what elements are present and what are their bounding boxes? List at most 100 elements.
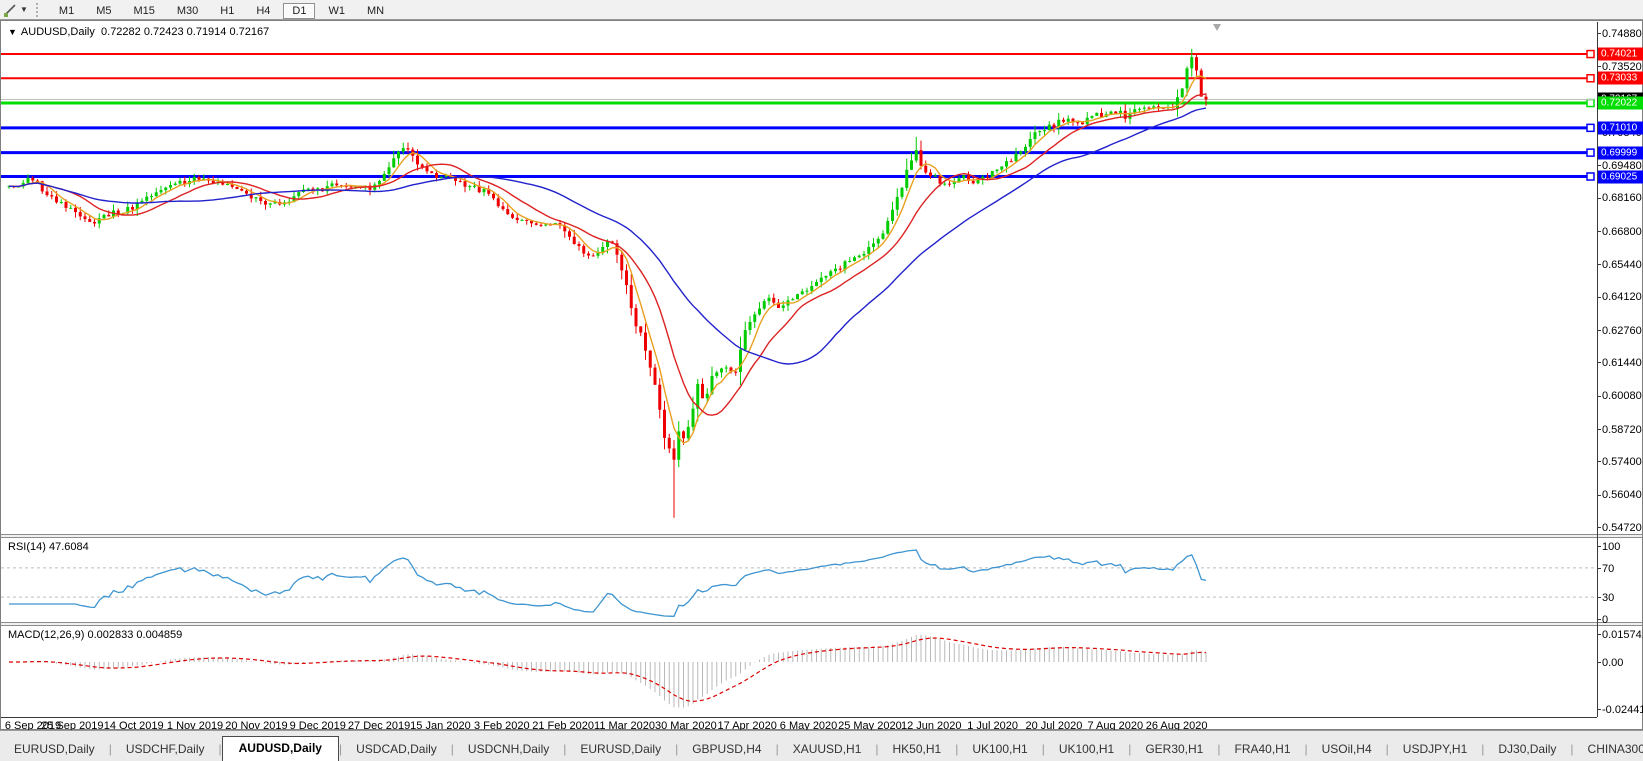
price-tick-0.64120: 0.64120 (1602, 291, 1642, 304)
draw-tool-dropdown-caret-icon[interactable]: ▼ (20, 5, 28, 14)
price-tick-0.54720: 0.54720 (1602, 521, 1642, 534)
hline-end-marker (1586, 148, 1595, 157)
hline-price-label-0.69025: 0.69025 (1598, 170, 1643, 183)
price-tick-0.68160: 0.68160 (1602, 192, 1642, 205)
price-tick-0.57400: 0.57400 (1602, 455, 1642, 468)
price-tick-0.65440: 0.65440 (1602, 258, 1642, 271)
price-tick-dash (1597, 362, 1601, 364)
price-tick-0.56040: 0.56040 (1602, 489, 1642, 502)
rsi-tick-dash (1597, 546, 1601, 547)
price-tick-dash (1597, 33, 1601, 34)
chart-tab-uk100-h1[interactable]: UK100,H1 (958, 738, 1041, 761)
price-tick-dash (1597, 296, 1601, 298)
chart-ohlc-values: 0.72282 0.72423 0.71914 0.72167 (101, 26, 270, 38)
price-tick-dash (1597, 527, 1601, 529)
timeframe-button-w1[interactable]: W1 (319, 3, 354, 19)
price-tick-dash (1597, 461, 1601, 463)
price-tick-0.58720: 0.58720 (1602, 423, 1642, 436)
hline-price-label-0.72022: 0.72022 (1598, 96, 1643, 110)
chart-tab-eurusd-daily[interactable]: EURUSD,Daily (0, 738, 109, 761)
hline-price-label-0.71010: 0.71010 (1598, 121, 1643, 135)
rsi-tick-dash (1597, 619, 1601, 620)
hline-end-marker (1586, 49, 1595, 59)
hline-price-label-0.73033: 0.73033 (1598, 71, 1643, 85)
macd-tick-dash (1597, 709, 1601, 710)
chart-tab-china300-h1[interactable]: CHINA300,H1 (1574, 738, 1643, 761)
rsi-pane[interactable] (1, 538, 1597, 622)
chart-shift-marker[interactable] (1213, 24, 1221, 31)
rsi-indicator-label: RSI(14) 47.6084 (8, 541, 89, 553)
hline-end-marker (1586, 74, 1595, 83)
price-tick-0.62760: 0.62760 (1602, 324, 1642, 337)
timeframe-button-m5[interactable]: M5 (87, 3, 120, 19)
price-tick-dash (1597, 429, 1601, 431)
chart-tab-usoil-h4[interactable]: USOil,H4 (1308, 738, 1386, 761)
timeframe-button-m30[interactable]: M30 (168, 3, 207, 19)
macd-tick-dash (1597, 634, 1601, 635)
hline-end-marker (1586, 98, 1595, 108)
chart-tab-gbpusd-h4[interactable]: GBPUSD,H4 (678, 738, 775, 761)
macd-indicator-label: MACD(12,26,9) 0.002833 0.004859 (8, 629, 183, 641)
chart-tab-bar: EURUSD,Daily | USDCHF,Daily | AUDUSD,Daily | U… (0, 730, 1643, 761)
timeframe-button-mn[interactable]: MN (358, 3, 393, 19)
chart-window: ▼ AUDUSD,Daily 0.72282 0.72423 0.71914 0.… (0, 20, 1643, 732)
timeframe-button-m15[interactable]: M15 (124, 3, 163, 19)
horizontal-lines-group (1, 49, 1595, 181)
price-tick-0.74880: 0.74880 (1602, 27, 1642, 40)
hline-price-label-0.74021: 0.74021 (1598, 47, 1643, 61)
top-toolbar: ▼ M1 M5 M15 M30 H1 H4 D1 W1 MN (0, 0, 1643, 20)
price-tick-0.61440: 0.61440 (1602, 356, 1642, 369)
rsi-tick-dash (1597, 597, 1601, 598)
price-tick-dash (1597, 395, 1601, 397)
rsi-tick-dash (1597, 568, 1601, 569)
price-tick-0.66800: 0.66800 (1602, 225, 1642, 238)
ma-slow-line (8, 107, 1207, 365)
rsi-tick-100: 100 (1602, 540, 1621, 553)
macd-tick-dash (1597, 662, 1601, 663)
hline-end-marker (1586, 172, 1595, 181)
timeframe-button-d1[interactable]: D1 (283, 2, 316, 19)
price-tick-dash (1597, 165, 1601, 167)
chart-tab-usdchf-daily[interactable]: USDCHF,Daily (112, 738, 219, 761)
macd-tick-0.00: 0.00 (1602, 656, 1624, 669)
chart-tab-usdcad-daily[interactable]: USDCAD,Daily (342, 738, 451, 761)
price-tick-0.60080: 0.60080 (1602, 390, 1642, 403)
chart-tab-audusd-daily[interactable]: AUDUSD,Daily (221, 736, 339, 761)
timeframe-button-h1[interactable]: H1 (211, 3, 243, 19)
timeframe-button-m1[interactable]: M1 (50, 3, 83, 19)
chart-title: ▼ AUDUSD,Daily 0.72282 0.72423 0.71914 0.… (8, 26, 269, 38)
main-price-pane[interactable] (1, 23, 1597, 534)
price-tick-dash (1597, 66, 1601, 68)
rsi-tick-70: 70 (1602, 562, 1615, 575)
chart-tab-ger30-h1[interactable]: GER30,H1 (1131, 738, 1217, 761)
timeframe-button-h4[interactable]: H4 (247, 3, 279, 19)
rsi-tick-30: 30 (1602, 591, 1615, 604)
ma-fast-line (8, 75, 1207, 444)
price-tick-dash (1597, 494, 1601, 496)
rsi-line (9, 549, 1207, 617)
symbol-dropdown-icon[interactable]: ▼ (8, 27, 17, 37)
timeframe-buttons: M1 M5 M15 M30 H1 H4 D1 W1 MN (48, 1, 395, 19)
line-draw-tool-icon[interactable] (0, 1, 20, 19)
chart-tab-eurusd-daily[interactable]: EURUSD,Daily (566, 738, 675, 761)
candles-group (7, 48, 1208, 518)
chart-tab-xauusd-h1[interactable]: XAUUSD,H1 (779, 738, 876, 761)
price-tick-dash (1597, 330, 1601, 332)
chart-symbol-label: AUDUSD,Daily (20, 26, 95, 38)
price-tick-dash (1597, 197, 1601, 199)
chart-tab-fra40-h1[interactable]: FRA40,H1 (1220, 738, 1304, 761)
macd-tick--0.024412: -0.024412 (1602, 703, 1643, 716)
chart-tab-dj30-daily[interactable]: DJ30,Daily (1484, 738, 1570, 761)
chart-tab-uk100-h1[interactable]: UK100,H1 (1045, 738, 1128, 761)
chart-tab-usdcnh-daily[interactable]: USDCNH,Daily (454, 738, 563, 761)
price-tick-dash (1597, 264, 1601, 266)
rsi-tick-0: 0 (1602, 613, 1609, 626)
hline-end-marker (1586, 123, 1595, 133)
chart-tab-hk50-h1[interactable]: HK50,H1 (879, 738, 956, 761)
hline-price-label-0.69999: 0.69999 (1598, 146, 1643, 160)
chart-tab-usdjpy-h1[interactable]: USDJPY,H1 (1389, 738, 1481, 761)
ma-medium-line (8, 93, 1207, 416)
macd-histogram-group (13, 634, 1207, 708)
macd-pane[interactable] (1, 626, 1597, 718)
toolbar-grip[interactable] (35, 2, 42, 17)
